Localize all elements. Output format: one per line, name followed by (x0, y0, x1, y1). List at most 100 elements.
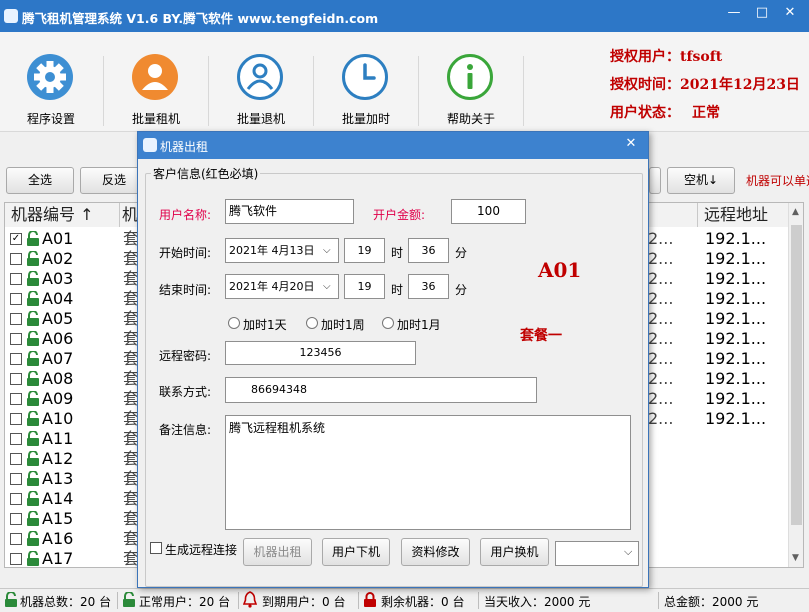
header-divider (697, 203, 698, 227)
user-offline-button[interactable]: 用户下机 (322, 538, 390, 566)
amount-input[interactable]: 100 (451, 199, 526, 224)
add-week-label[interactable]: 加时1周 (321, 316, 365, 333)
close-button[interactable]: ✕ (776, 2, 804, 24)
col-3-header[interactable] (649, 203, 697, 227)
edit-info-button[interactable]: 资料修改 (401, 538, 470, 566)
batch-rent-button[interactable]: 批量租机 (108, 46, 204, 132)
row-col-3: 2... (648, 289, 674, 308)
auth-status-label: 用户状态： (610, 105, 680, 121)
maximize-button[interactable]: □ (748, 2, 776, 24)
contact-label: 联系方式: (159, 385, 212, 399)
unlock-icon (26, 350, 40, 366)
user-outline-icon (237, 54, 283, 100)
idle-filter-button[interactable]: 空机↓ (667, 167, 735, 194)
col-code-header[interactable]: 机器编号 ↑ (5, 203, 119, 227)
end-hour-input[interactable]: 19 (344, 274, 385, 299)
status-divider (658, 592, 659, 609)
chevron-down-icon: ⌵ (323, 281, 331, 292)
row-col-3: 2... (648, 229, 674, 248)
row-checkbox[interactable] (10, 253, 22, 265)
add-month-radio[interactable] (382, 317, 394, 329)
contact-input[interactable]: 86694348 (225, 377, 537, 403)
batch-rent-label: 批量租机 (131, 112, 180, 126)
toolbar-divider (313, 56, 314, 126)
row-checkbox[interactable] (10, 333, 22, 345)
end-minute-input[interactable]: 36 (408, 274, 449, 299)
row-code: A11 (42, 429, 74, 448)
row-checkbox[interactable] (10, 293, 22, 305)
gen-remote-checkbox[interactable] (150, 542, 162, 554)
scroll-down-icon[interactable]: ▼ (792, 553, 799, 563)
status-total: 机器总数：20 台 (20, 595, 112, 609)
row-checkbox[interactable] (10, 413, 22, 425)
row-checkbox[interactable] (10, 273, 22, 285)
switch-machine-button[interactable]: 用户换机 (480, 538, 549, 566)
select-all-button[interactable]: 全选 (6, 167, 74, 194)
row-checkbox[interactable] (10, 513, 22, 525)
hidden-button[interactable] (649, 167, 661, 194)
batch-extend-button[interactable]: 批量加时 (318, 46, 414, 132)
col-remote-header[interactable]: 远程地址 (698, 203, 788, 227)
add-month-label[interactable]: 加时1月 (397, 316, 441, 333)
row-remote: 192.1... (705, 349, 767, 368)
gen-remote-label[interactable]: 生成远程连接 (165, 541, 237, 558)
machine-select[interactable]: ⌵ (555, 541, 639, 566)
row-checkbox[interactable]: ✓ (10, 233, 22, 245)
row-checkbox[interactable] (10, 553, 22, 565)
normal-lock-icon (122, 591, 136, 611)
scroll-up-icon[interactable]: ▲ (792, 207, 799, 217)
minimize-button[interactable]: — (720, 2, 748, 24)
bell-icon (242, 591, 258, 611)
remote-password-input[interactable]: 123456 (225, 341, 416, 365)
row-checkbox[interactable] (10, 533, 22, 545)
user-name-label: 用户名称: (159, 208, 212, 222)
end-date-value: 2021年 4月20日 (229, 280, 315, 293)
row-code: A10 (42, 409, 74, 428)
batch-return-button[interactable]: 批量退机 (213, 46, 309, 132)
row-code: A02 (42, 249, 74, 268)
hint-text: 机器可以单选 (746, 174, 809, 188)
header-divider (119, 203, 120, 227)
batch-extend-label: 批量加时 (341, 112, 390, 126)
unlock-icon (26, 410, 40, 426)
row-checkbox[interactable] (10, 493, 22, 505)
row-checkbox[interactable] (10, 473, 22, 485)
row-remote: 192.1... (705, 309, 767, 328)
row-code: A17 (42, 549, 74, 568)
row-checkbox[interactable] (10, 353, 22, 365)
status-bar: 机器总数：20 台 正常用户：20 台 到期用户：0 台 剩余机器：0 台 当天… (0, 588, 809, 612)
row-checkbox[interactable] (10, 453, 22, 465)
row-checkbox[interactable] (10, 373, 22, 385)
chevron-down-icon: ⌵ (624, 545, 633, 558)
start-time-label: 开始时间: (159, 246, 212, 260)
note-textarea[interactable]: 腾飞远程租机系统 (225, 415, 631, 530)
add-day-label[interactable]: 加时1天 (243, 316, 287, 333)
grid-scrollbar[interactable]: ▲ ▼ (788, 203, 803, 567)
row-code: A05 (42, 309, 74, 328)
start-hour-unit: 时 (391, 246, 404, 260)
row-checkbox[interactable] (10, 393, 22, 405)
row-checkbox[interactable] (10, 433, 22, 445)
row-code: A12 (42, 449, 74, 468)
user-name-input[interactable]: 腾飞软件 (225, 199, 354, 224)
add-week-radio[interactable] (306, 317, 318, 329)
settings-button[interactable]: 程序设置 (3, 46, 99, 132)
row-code: A03 (42, 269, 74, 288)
rent-machine-button[interactable]: 机器出租 (243, 538, 312, 566)
scroll-thumb[interactable] (791, 225, 802, 525)
status-amount: 总金额：2000 元 (664, 595, 759, 609)
add-day-radio[interactable] (228, 317, 240, 329)
row-checkbox[interactable] (10, 313, 22, 325)
start-minute-input[interactable]: 36 (408, 238, 449, 263)
row-col-3: 2... (648, 369, 674, 388)
help-about-button[interactable]: 帮助关于 (423, 46, 519, 132)
row-col-3: 2... (648, 349, 674, 368)
dialog-close-button[interactable]: ✕ (620, 135, 642, 153)
end-date-picker[interactable]: 2021年 4月20日 ⌵ (225, 274, 339, 299)
unlock-icon (26, 310, 40, 326)
start-date-picker[interactable]: 2021年 4月13日 ⌵ (225, 238, 339, 263)
start-hour-input[interactable]: 19 (344, 238, 385, 263)
status-divider (117, 592, 118, 609)
unlock-icon (26, 370, 40, 386)
toolbar-divider (208, 56, 209, 126)
